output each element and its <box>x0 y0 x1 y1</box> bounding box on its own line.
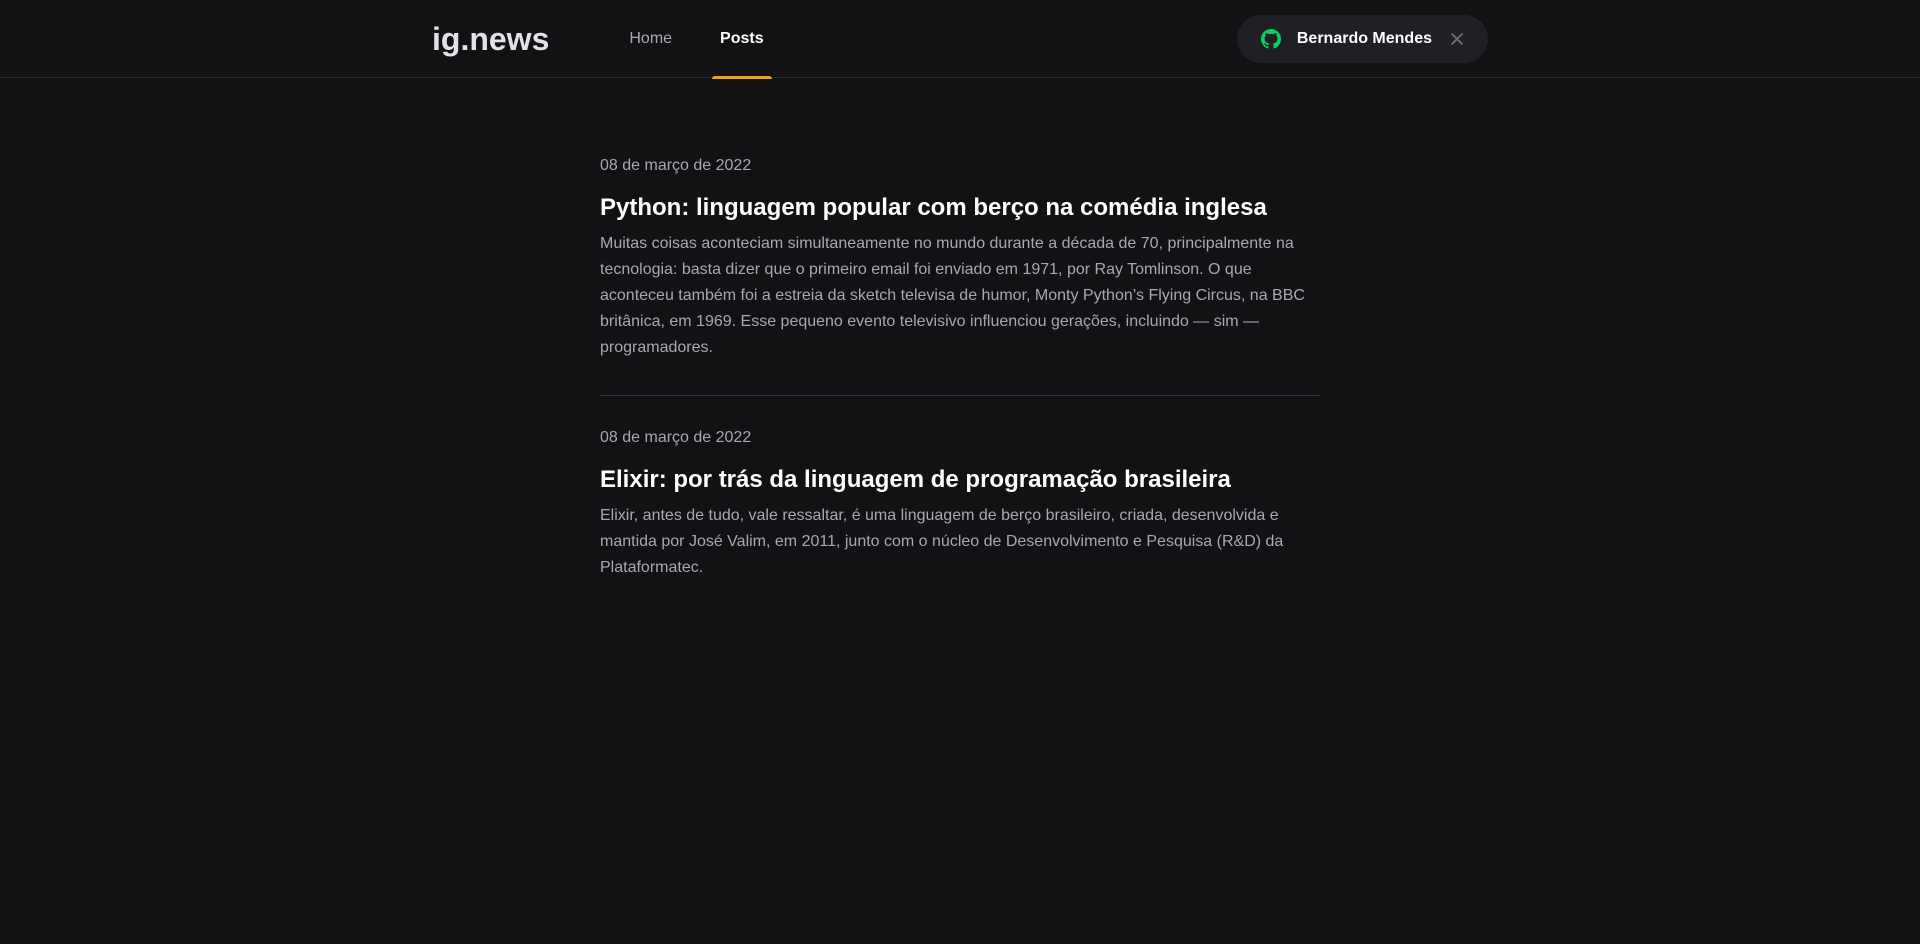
post-title[interactable]: Elixir: por trás da linguagem de program… <box>600 464 1320 495</box>
posts-list: 08 de março de 2022 Python: linguagem po… <box>600 78 1320 615</box>
post-excerpt: Elixir, antes de tudo, vale ressaltar, é… <box>600 507 1284 577</box>
user-name: Bernardo Mendes <box>1296 30 1432 47</box>
nav-link-home[interactable]: Home <box>621 0 680 78</box>
header-content: ig.news Home Posts Bernardo Mendes <box>432 0 1488 79</box>
post-excerpt: Muitas coisas aconteciam simultaneamente… <box>600 235 1305 357</box>
close-icon[interactable] <box>1450 32 1464 46</box>
post-item[interactable]: 08 de março de 2022 Elixir: por trás da … <box>600 430 1320 615</box>
nav-link-posts[interactable]: Posts <box>712 0 772 79</box>
sign-out-button[interactable]: Bernardo Mendes <box>1236 15 1488 63</box>
post-date: 08 de março de 2022 <box>600 157 752 174</box>
site-header: ig.news Home Posts Bernardo Mendes <box>0 0 1920 79</box>
post-item[interactable]: 08 de março de 2022 Python: linguagem po… <box>600 157 1320 397</box>
post-title[interactable]: Python: linguagem popular com berço na c… <box>600 192 1320 223</box>
github-icon <box>1260 29 1281 49</box>
logo[interactable]: ig.news <box>432 23 549 55</box>
main-nav: Home Posts <box>621 0 803 79</box>
post-date: 08 de março de 2022 <box>600 429 752 447</box>
